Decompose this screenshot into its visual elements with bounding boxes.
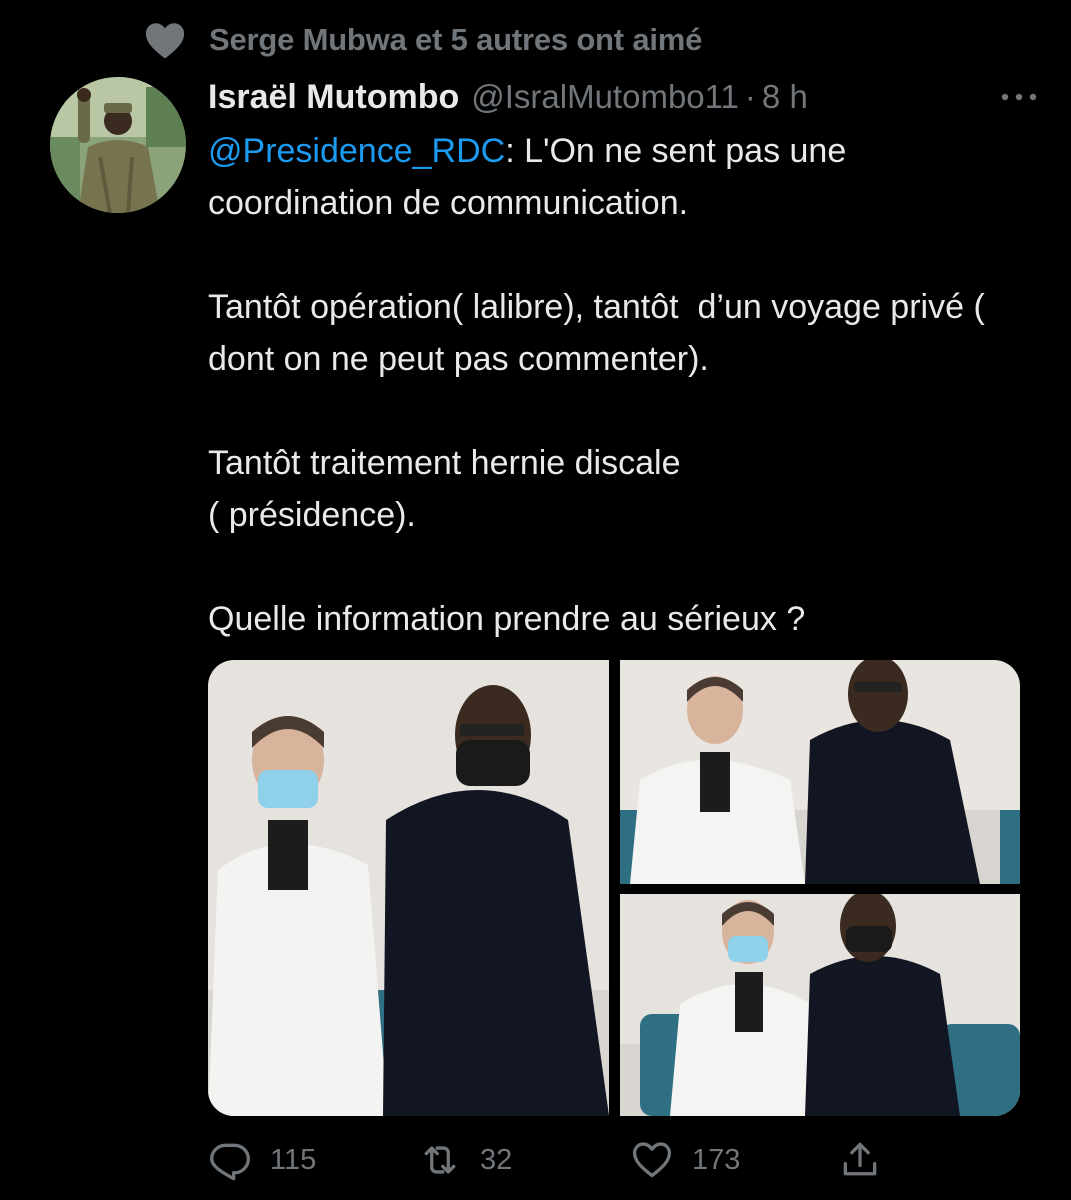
- reply-icon: [208, 1138, 252, 1182]
- tweet-header: Israël Mutombo @IsralMutombo11 · 8 h: [208, 73, 1041, 121]
- like-count: 173: [692, 1143, 741, 1176]
- liked-by-text: Serge Mubwa et 5 autres ont aimé: [209, 22, 703, 57]
- reply-count: 115: [270, 1143, 317, 1176]
- more-horizontal-icon[interactable]: [997, 85, 1041, 109]
- mention-link[interactable]: @Presidence_RDC: [208, 132, 505, 170]
- retweet-count: 32: [480, 1143, 513, 1176]
- tweet-photo-3[interactable]: [620, 894, 1020, 1116]
- retweet-icon: [418, 1138, 462, 1182]
- like-button[interactable]: 173: [630, 1132, 740, 1188]
- retweet-button[interactable]: 32: [418, 1132, 512, 1188]
- share-button[interactable]: [838, 1132, 882, 1188]
- tweet-paragraph-4: Quelle information prendre au sérieux ?: [208, 600, 806, 638]
- tweet-paragraph-2: Tantôt opération( lalibre), tantôt d’un …: [208, 288, 995, 378]
- separator-dot: ·: [744, 78, 756, 115]
- author-display-name[interactable]: Israël Mutombo: [208, 78, 459, 117]
- tweet-photo-2[interactable]: [620, 660, 1020, 884]
- tweet-timestamp[interactable]: 8 h: [762, 78, 808, 116]
- media-grid: [208, 660, 1020, 1116]
- social-context[interactable]: Serge Mubwa et 5 autres ont aimé: [143, 18, 702, 62]
- avatar[interactable]: [50, 77, 186, 213]
- tweet-photo-1[interactable]: [208, 660, 609, 1116]
- tweet-action-bar: 115 32 173: [208, 1132, 908, 1188]
- tweet-paragraph-1: @Presidence_RDC: L'On ne sent pas une co…: [208, 125, 1038, 229]
- author-handle[interactable]: @IsralMutombo11: [471, 78, 739, 116]
- tweet-text: @Presidence_RDC: L'On ne sent pas une co…: [208, 125, 1038, 645]
- heart-outline-icon: [630, 1138, 674, 1182]
- reply-button[interactable]: 115: [208, 1132, 316, 1188]
- heart-filled-icon: [143, 20, 187, 60]
- share-icon: [838, 1138, 882, 1182]
- tweet-paragraph-3: Tantôt traitement hernie discale ( prési…: [208, 444, 681, 534]
